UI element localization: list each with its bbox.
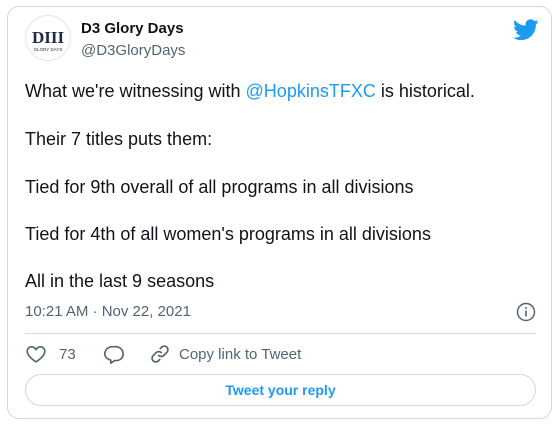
divider [25, 333, 536, 334]
avatar-logo-text: DIII [32, 28, 65, 47]
tweet-line: All in the last 9 seasons [25, 271, 215, 291]
d3-glory-days-logo: DIII GLORY DAYS [32, 28, 65, 52]
tweet-line: What we're witnessing with @HopkinsTFXC … [25, 79, 475, 103]
tweet-reply-button[interactable]: Tweet your reply [25, 374, 536, 406]
link-icon[interactable] [149, 343, 171, 365]
copy-link-button[interactable]: Copy link to Tweet [179, 346, 301, 363]
avatar[interactable]: DIII GLORY DAYS [25, 15, 71, 61]
twitter-bird-icon[interactable] [513, 19, 539, 41]
info-icon[interactable] [516, 302, 536, 322]
tweet-text-segment: is historical. [375, 81, 475, 101]
tweet-text-segment: What we're witnessing with [25, 81, 246, 101]
tweet-timestamp[interactable]: 10:21 AM · Nov 22, 2021 [25, 303, 191, 320]
avatar-logo-subtext: GLORY DAYS [34, 47, 63, 52]
tweet-card: DIII GLORY DAYS D3 Glory Days @D3GloryDa… [7, 6, 552, 419]
tweet-line: Tied for 9th overall of all programs in … [25, 177, 414, 197]
like-count: 73 [59, 346, 76, 363]
author-name[interactable]: D3 Glory Days [81, 20, 184, 37]
mention-link[interactable]: @HopkinsTFXC [246, 81, 376, 101]
heart-icon[interactable] [25, 343, 47, 365]
tweet-line: Their 7 titles puts them: [25, 129, 213, 149]
tweet-line: Tied for 4th of all women's programs in … [25, 224, 431, 244]
author-handle[interactable]: @D3GloryDays [81, 42, 185, 59]
reply-bubble-icon[interactable] [103, 343, 125, 365]
